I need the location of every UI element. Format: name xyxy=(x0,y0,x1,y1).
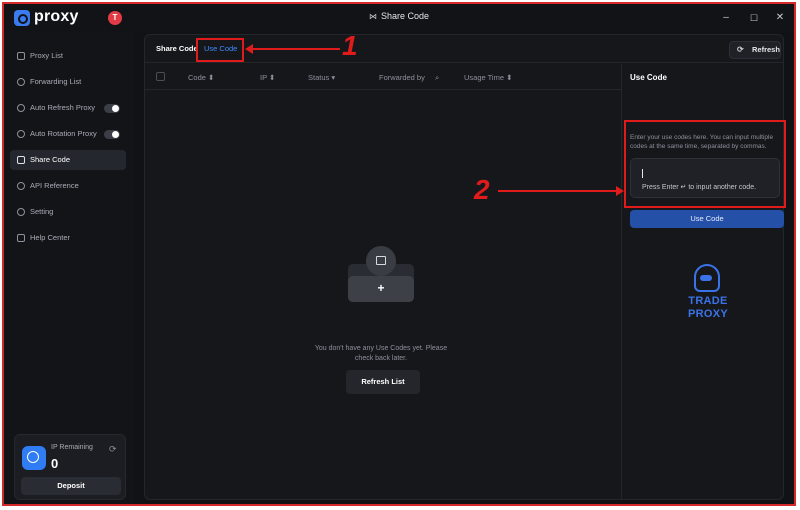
hacker-hood-icon xyxy=(694,264,720,292)
sidebar-item-label: Proxy List xyxy=(30,51,63,60)
chat-icon xyxy=(17,234,25,242)
annotation-number-1: 1 xyxy=(342,30,358,61)
table-header: Code ⬍ IP ⬍ Status ▾ Forwarded by ⌕ Usag… xyxy=(145,64,621,90)
sidebar-item-forwarding-list[interactable]: Forwarding List xyxy=(10,72,126,92)
auto-refresh-toggle[interactable] xyxy=(104,104,120,113)
sidebar-item-share-code[interactable]: Share Code xyxy=(10,150,126,170)
window-title-text: Share Code xyxy=(380,11,430,21)
gear-icon xyxy=(17,208,25,216)
sync-icon[interactable]: ⟳ xyxy=(109,444,119,454)
globe-icon xyxy=(22,446,46,470)
logo-text-trade: TRADE xyxy=(688,295,728,307)
refresh-label: Refresh xyxy=(752,45,780,54)
sidebar-item-label: Auto Rotation Proxy xyxy=(30,129,97,138)
link-icon xyxy=(17,78,25,86)
proxy-logo-icon xyxy=(14,10,30,26)
share-icon xyxy=(17,156,25,164)
refresh-button[interactable]: ⟳ Refresh xyxy=(729,41,781,59)
window-title: ⋈ Share Code xyxy=(304,11,494,21)
select-all-checkbox[interactable] xyxy=(156,72,165,81)
search-icon[interactable]: ⌕ xyxy=(435,73,439,83)
sidebar-item-api-reference[interactable]: API Reference xyxy=(10,176,126,196)
close-button[interactable]: ✕ xyxy=(772,10,788,26)
empty-gift-icon: + xyxy=(348,246,414,302)
globe-refresh-icon xyxy=(17,104,25,112)
refresh-icon: ⟳ xyxy=(737,45,744,54)
sidebar: Proxy List Forwarding List Auto Refresh … xyxy=(4,32,134,504)
use-code-table: Code ⬍ IP ⬍ Status ▾ Forwarded by ⌕ Usag… xyxy=(145,64,621,500)
auto-rotation-toggle[interactable] xyxy=(104,130,120,139)
rotate-icon xyxy=(17,130,25,138)
annotation-arrow-1 xyxy=(248,48,340,50)
annotation-arrowhead-2 xyxy=(616,186,624,196)
sidebar-item-auto-rotation-proxy: Auto Rotation Proxy xyxy=(10,124,126,144)
column-forwarded-by: Forwarded by xyxy=(379,73,425,82)
sidebar-item-label: Auto Refresh Proxy xyxy=(30,103,96,112)
annotation-number-2: 2 xyxy=(474,174,490,205)
column-usage-time[interactable]: Usage Time ⬍ xyxy=(464,73,512,82)
tab-share-code[interactable]: Share Code xyxy=(156,43,198,55)
column-ip[interactable]: IP ⬍ xyxy=(260,73,275,82)
share-icon: ⋈ xyxy=(368,12,377,21)
use-code-button[interactable]: Use Code xyxy=(630,210,784,228)
empty-state-message: You don't have any Use Codes yet. Please… xyxy=(314,345,448,362)
annotation-arrow-2 xyxy=(498,190,618,192)
panel-title: Use Code xyxy=(630,73,667,82)
logo-text-proxy: PROXY xyxy=(687,308,728,320)
gift-icon xyxy=(366,246,396,276)
refresh-list-button[interactable]: Refresh List xyxy=(346,370,420,394)
avatar[interactable]: T xyxy=(108,11,122,25)
ip-remaining-value: 0 xyxy=(51,456,59,471)
trade-proxy-logo: TRADE PROXY xyxy=(684,264,732,326)
sidebar-item-auto-refresh-proxy: Auto Refresh Proxy xyxy=(10,98,126,118)
sidebar-item-label: Share Code xyxy=(30,155,71,164)
sidebar-item-setting[interactable]: Setting xyxy=(10,202,126,222)
server-icon xyxy=(17,52,25,60)
sidebar-item-label: API Reference xyxy=(30,181,79,190)
column-code[interactable]: Code ⬍ xyxy=(188,73,214,82)
column-status[interactable]: Status ▾ xyxy=(308,73,335,82)
sidebar-item-label: Help Center xyxy=(30,233,71,242)
ip-remaining-label: IP Remaining xyxy=(51,444,93,451)
ip-remaining-card: IP Remaining 0 ⟳ Deposit xyxy=(14,434,126,500)
sidebar-item-help-center[interactable]: Help Center xyxy=(10,228,126,248)
main-content: Share Code Use Code ⟳ Refresh Code ⬍ IP … xyxy=(144,34,784,500)
minimize-button[interactable]: – xyxy=(718,10,734,26)
deposit-button[interactable]: Deposit xyxy=(21,477,121,495)
sidebar-item-label: Forwarding List xyxy=(30,77,82,86)
title-bar: proxy T ⋈ Share Code – ☐ ✕ xyxy=(4,4,794,32)
api-icon xyxy=(17,182,25,190)
brand-name: proxy xyxy=(34,8,79,25)
plus-icon: + xyxy=(348,276,414,302)
annotation-box-2 xyxy=(624,120,786,208)
annotation-box-1 xyxy=(196,38,244,62)
sidebar-item-label: Setting xyxy=(30,207,54,216)
sidebar-item-proxy-list[interactable]: Proxy List xyxy=(10,46,126,66)
app-window: proxy T ⋈ Share Code – ☐ ✕ Proxy List For… xyxy=(2,2,796,506)
annotation-arrowhead-1 xyxy=(245,44,253,54)
maximize-button[interactable]: ☐ xyxy=(746,10,762,26)
